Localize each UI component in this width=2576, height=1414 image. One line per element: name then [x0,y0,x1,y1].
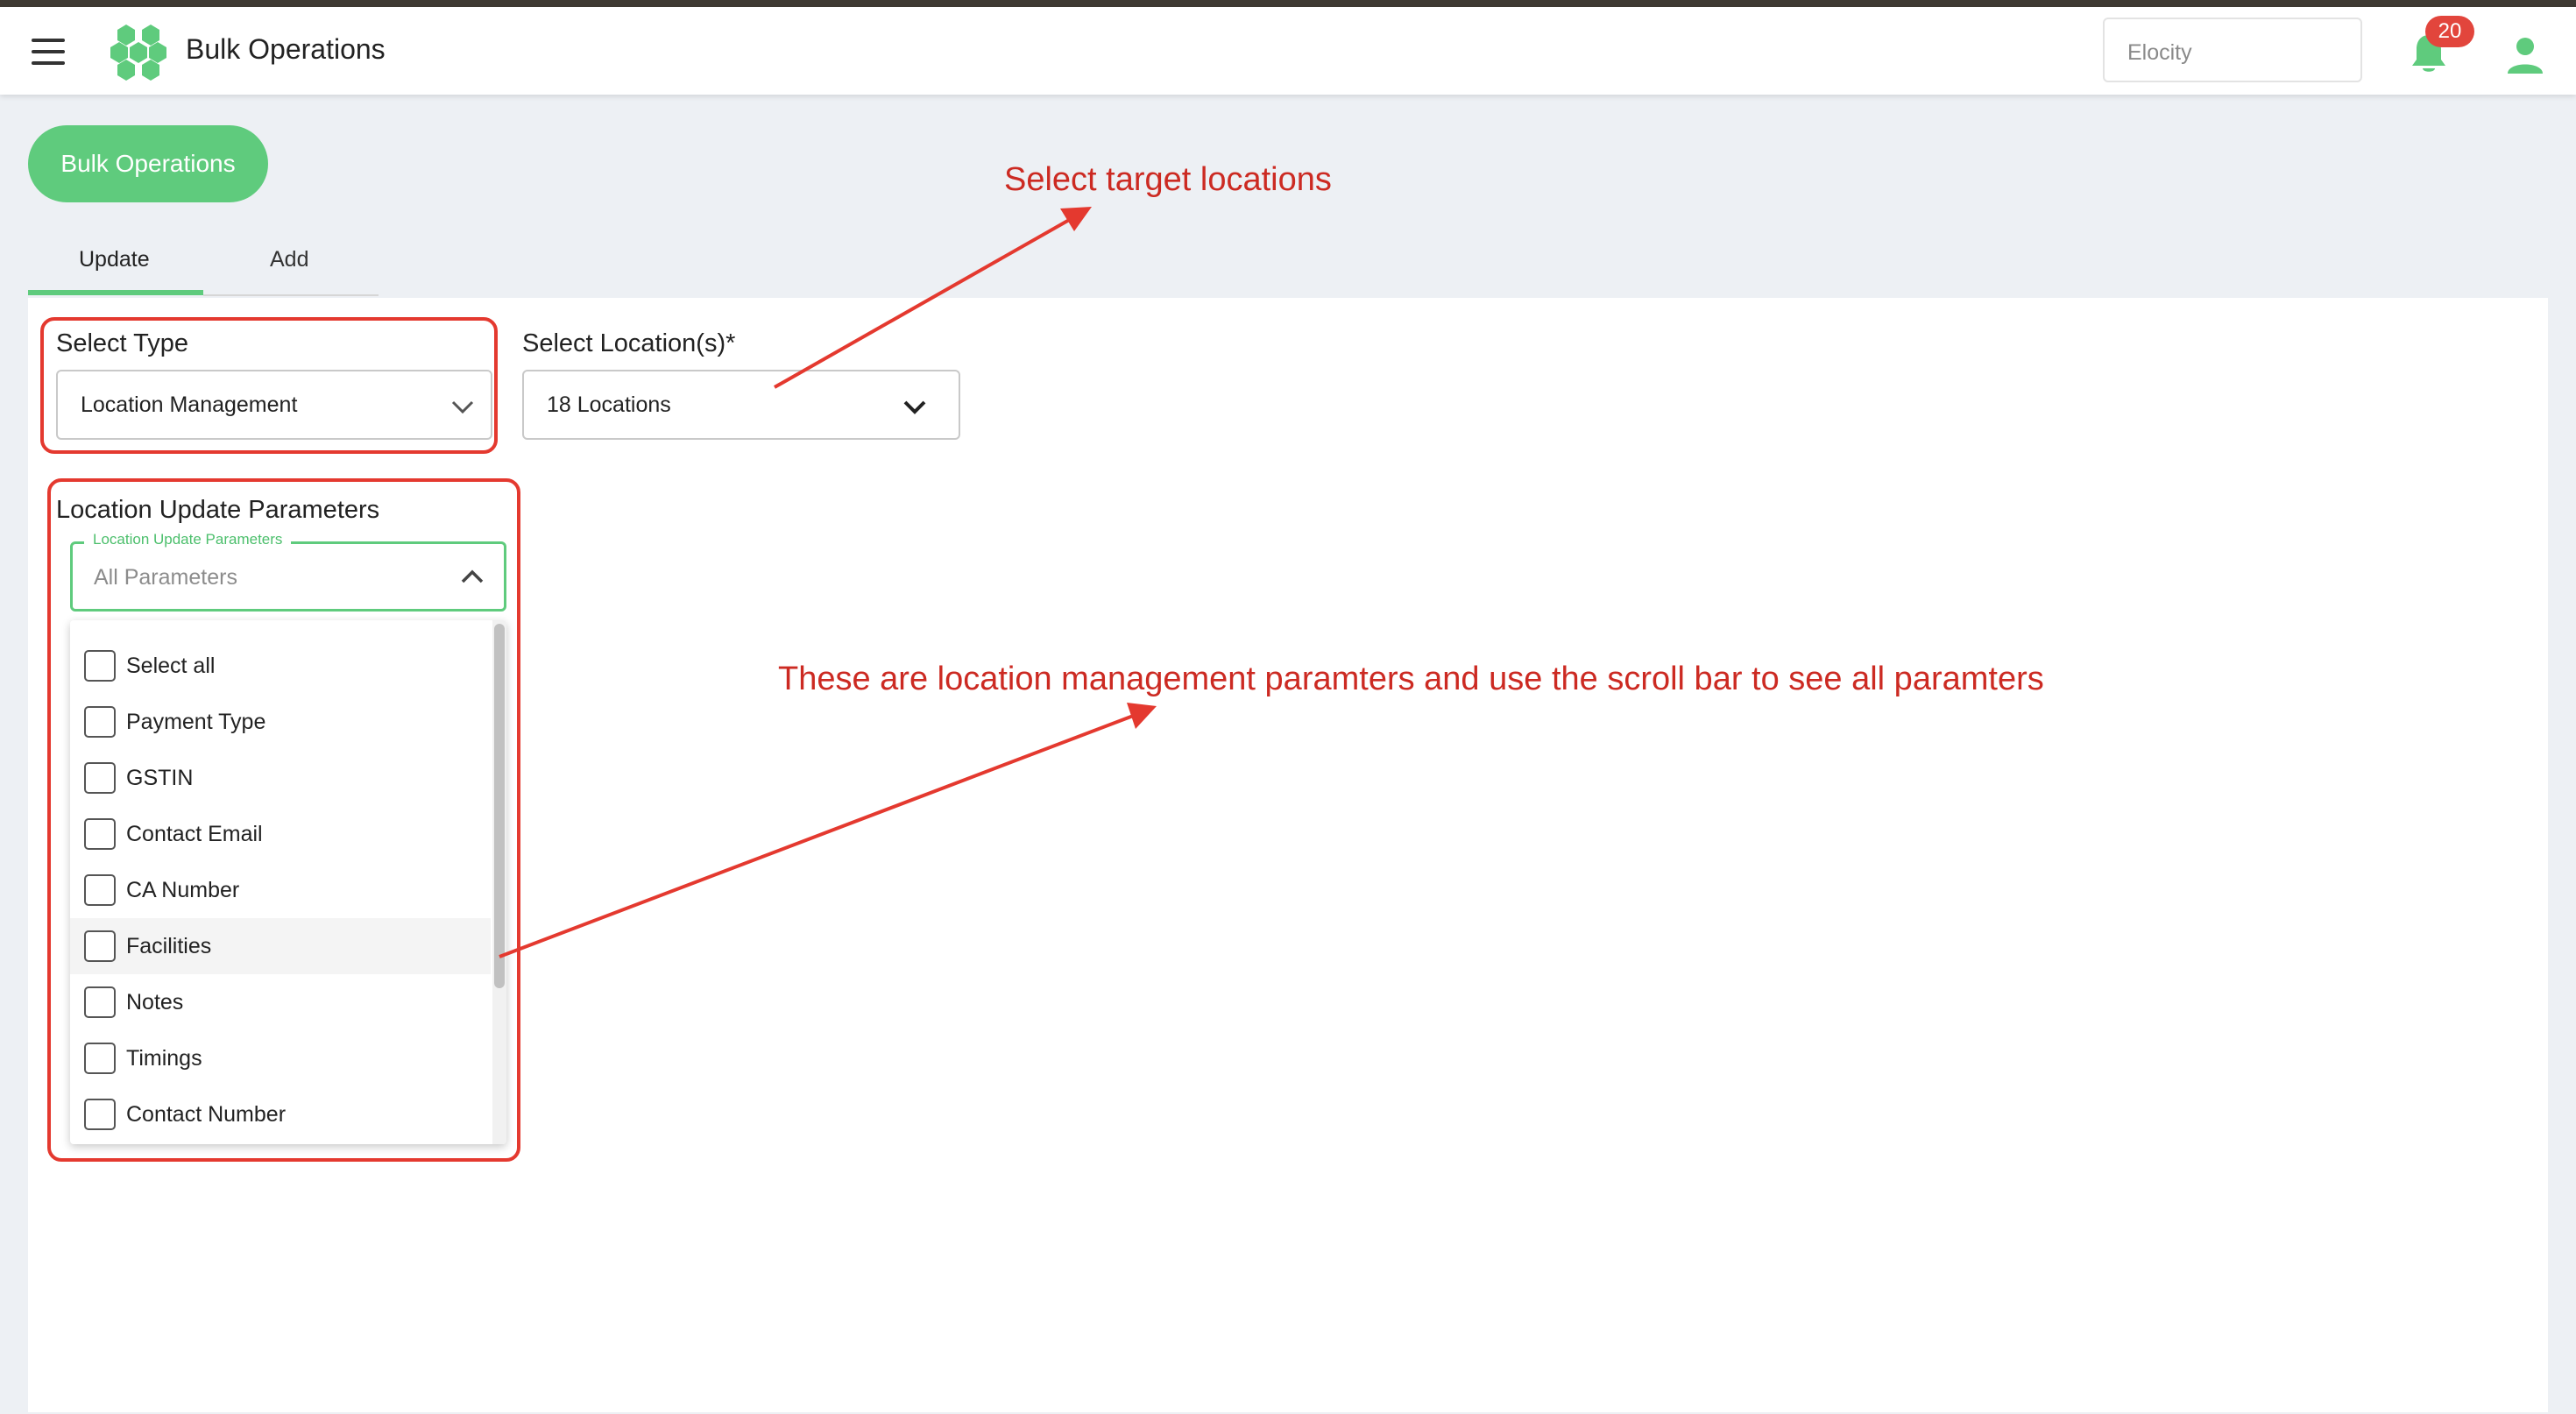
chevron-down-icon [903,400,926,414]
notification-badge: 20 [2425,16,2474,47]
tab-add[interactable]: Add [270,247,308,272]
annotation-params-note: These are location management paramters … [778,661,2044,697]
annotation-box-params [47,478,520,1162]
active-tab-indicator [28,290,203,295]
top-stripe [0,0,2576,7]
annotation-box-select-type [40,317,498,454]
app-title: Bulk Operations [186,33,386,65]
tab-update[interactable]: Update [79,247,150,272]
app-bar: Bulk Operations Elocity 20 [0,7,2576,95]
org-selector[interactable]: Elocity [2103,18,2362,82]
annotation-locations-note: Select target locations [1004,161,1332,198]
bulk-operations-button[interactable]: Bulk Operations [28,125,268,202]
menu-icon[interactable] [32,39,65,65]
select-locations-dropdown[interactable]: 18 Locations [522,370,960,440]
user-icon[interactable] [2508,37,2543,74]
org-name: Elocity [2127,40,2192,65]
tab-divider [203,294,379,296]
logo-icon [110,25,166,81]
select-locations-label: Select Location(s)* [522,329,736,357]
select-locations-value: 18 Locations [547,392,671,417]
